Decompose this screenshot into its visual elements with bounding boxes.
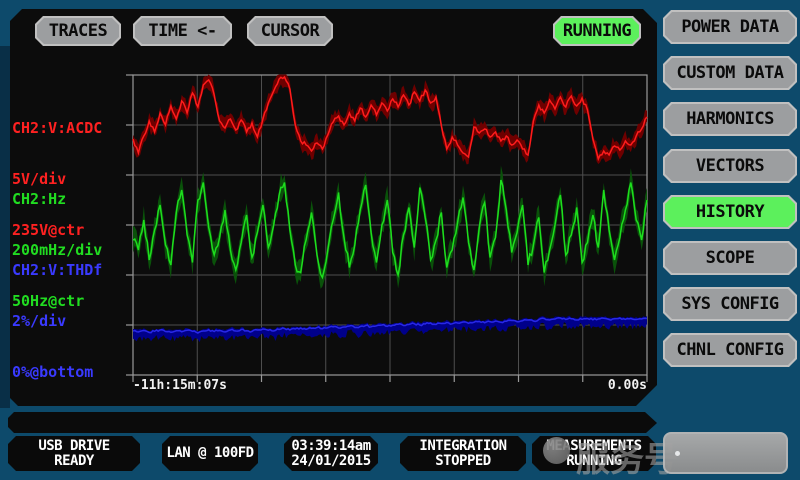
channel-label-thdf: CH2:V:THDf 2%/div 0%@bottom <box>12 228 102 415</box>
sidebar-label: VECTORS <box>696 156 764 176</box>
channel-scale: 2%/div <box>12 313 102 330</box>
usb-status-indicator: USB DRIVE READY <box>8 436 140 471</box>
status-line: USB DRIVE <box>38 439 109 454</box>
status-line: STOPPED <box>435 454 491 469</box>
cursor-button-label: CURSOR <box>261 21 319 41</box>
sidebar-item-vectors[interactable]: VECTORS <box>663 149 797 183</box>
x-axis-start-label: -11h:15m:07s <box>133 378 227 393</box>
sidebar-item-sys-config[interactable]: SYS CONFIG <box>663 287 797 321</box>
running-status-badge: RUNNING <box>553 16 641 46</box>
sidebar-item-history[interactable]: HISTORY <box>663 195 797 229</box>
sidebar-item-scope[interactable]: SCOPE <box>663 241 797 275</box>
sidebar-label: HISTORY <box>696 202 764 222</box>
softkey-strip <box>8 412 657 433</box>
sidebar-label: POWER DATA <box>681 17 778 37</box>
status-line: INTEGRATION <box>419 439 506 454</box>
status-line: LAN @ 100FD <box>166 446 253 461</box>
sidebar-label: SCOPE <box>706 248 755 268</box>
status-date: 24/01/2015 <box>291 454 370 469</box>
time-back-button-label: TIME <- <box>148 21 216 41</box>
channel-ref: 0%@bottom <box>12 364 102 381</box>
x-axis-end-label: 0.00s <box>608 378 647 393</box>
status-time: 03:39:14am <box>291 439 370 454</box>
clock-indicator: 03:39:14am 24/01/2015 <box>284 436 378 471</box>
watermark-logo-icon <box>543 437 570 464</box>
sidebar-item-custom-data[interactable]: CUSTOM DATA <box>663 56 797 90</box>
traces-button[interactable]: TRACES <box>35 16 121 46</box>
integration-status-indicator: INTEGRATION STOPPED <box>400 436 526 471</box>
sidebar-item-chnl-config[interactable]: CHNL CONFIG <box>663 333 797 367</box>
cursor-button[interactable]: CURSOR <box>247 16 333 46</box>
sidebar-label: CUSTOM DATA <box>676 63 783 83</box>
sidebar-label: CHNL CONFIG <box>676 340 783 360</box>
history-plot <box>124 73 652 385</box>
device-bezel: TRACES TIME <- CURSOR RUNNING POWER DATA… <box>0 0 800 480</box>
traces-button-label: TRACES <box>49 21 107 41</box>
status-line: READY <box>54 454 94 469</box>
bezel-left-shade <box>0 46 10 408</box>
sidebar-item-harmonics[interactable]: HARMONICS <box>663 102 797 136</box>
channel-name: CH2:Hz <box>12 191 102 208</box>
time-back-button[interactable]: TIME <- <box>133 16 232 46</box>
channel-name: CH2:V:ACDC <box>12 120 102 137</box>
lan-status-indicator: LAN @ 100FD <box>162 436 258 471</box>
watermark-box <box>663 432 788 474</box>
sidebar-label: HARMONICS <box>686 109 774 129</box>
running-status-label: RUNNING <box>563 21 631 41</box>
sidebar-label: SYS CONFIG <box>681 294 778 314</box>
channel-name: CH2:V:THDf <box>12 262 102 279</box>
sidebar-item-power-data[interactable]: POWER DATA <box>663 10 797 44</box>
